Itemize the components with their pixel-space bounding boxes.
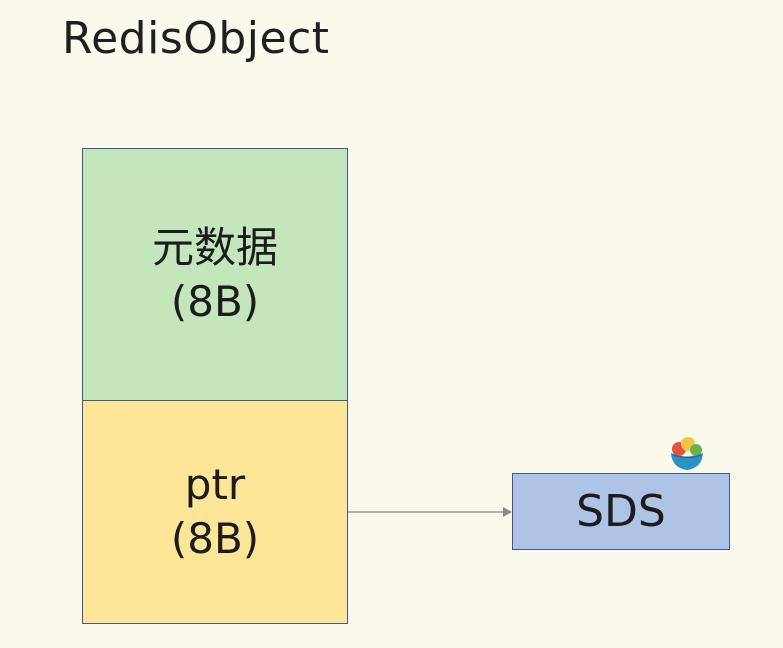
- metadata-block: 元数据 (8B): [82, 148, 348, 401]
- ptr-label: ptr: [184, 460, 246, 509]
- ptr-size: (8B): [170, 514, 260, 563]
- diagram-title: RedisObject: [62, 13, 330, 64]
- metadata-label: 元数据: [151, 222, 278, 272]
- ptr-block: ptr (8B): [82, 400, 348, 624]
- metadata-size: (8B): [170, 276, 260, 326]
- sds-block: SDS: [512, 473, 730, 550]
- sds-label: SDS: [576, 485, 666, 537]
- pointer-arrow-head: [503, 507, 512, 517]
- fruit-bowl-logo-icon: [671, 437, 703, 470]
